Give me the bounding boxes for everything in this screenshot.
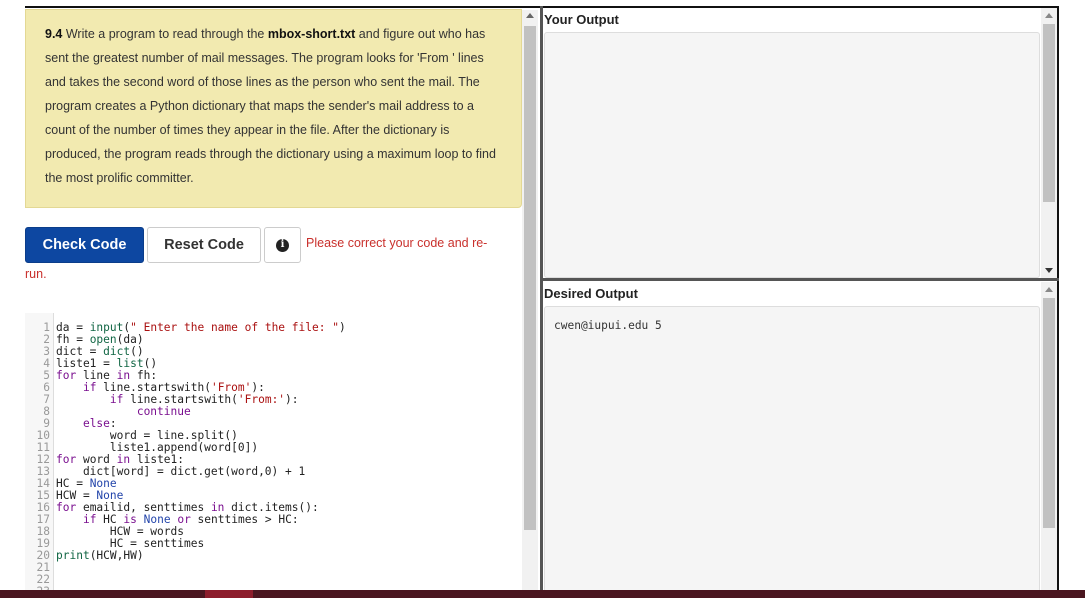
problem-statement: 9.4 Write a program to read through the … [25,9,522,208]
pane-resize-handle[interactable] [540,6,543,590]
desired-output-area: cwen@iupui.edu 5 [544,306,1040,596]
code-line[interactable]: 21 [25,562,522,574]
your-output-scrollbar[interactable] [1041,8,1057,278]
info-circle-icon: i [276,238,289,252]
problem-number: 9.4 [45,27,63,41]
reset-code-button[interactable]: Reset Code [147,227,261,263]
your-output-heading: Your Output [544,12,619,27]
scrollbar-thumb[interactable] [1043,24,1055,202]
code-editor[interactable]: 1 da = input(" Enter the name of the file… [25,313,522,598]
info-button[interactable]: i [264,227,301,263]
code-line[interactable]: 20 print(HCW,HW) [25,550,522,562]
feedback-message-continued: run. [25,267,47,281]
desired-output-heading: Desired Output [544,286,638,301]
desired-output-scrollbar[interactable] [1041,282,1057,590]
scrollbar-thumb[interactable] [524,26,536,530]
scroll-up-arrow-icon[interactable] [1045,13,1053,18]
scroll-down-arrow-icon[interactable] [1045,268,1053,273]
code-text[interactable]: print(HCW,HW) [56,550,144,562]
taskbar-strip [0,590,1085,598]
scroll-up-arrow-icon[interactable] [526,13,534,18]
frame-border-right [1057,6,1059,590]
left-pane-scrollbar[interactable] [522,10,538,590]
feedback-message: Please correct your code and re- [306,236,488,250]
your-output-area [544,32,1040,278]
code-line[interactable]: 22 [25,574,522,586]
problem-text-start: Write a program to read through the [62,27,268,41]
left-pane: 9.4 Write a program to read through the … [25,7,539,598]
scroll-up-arrow-icon[interactable] [1045,287,1053,292]
output-resize-handle[interactable] [543,278,1059,281]
problem-filename: mbox-short.txt [267,27,356,41]
taskbar-app-icon[interactable] [205,590,253,598]
check-code-button[interactable]: Check Code [25,227,144,263]
scrollbar-thumb[interactable] [1043,298,1055,528]
problem-text-rest: and figure out who has sent the greatest… [45,27,496,185]
